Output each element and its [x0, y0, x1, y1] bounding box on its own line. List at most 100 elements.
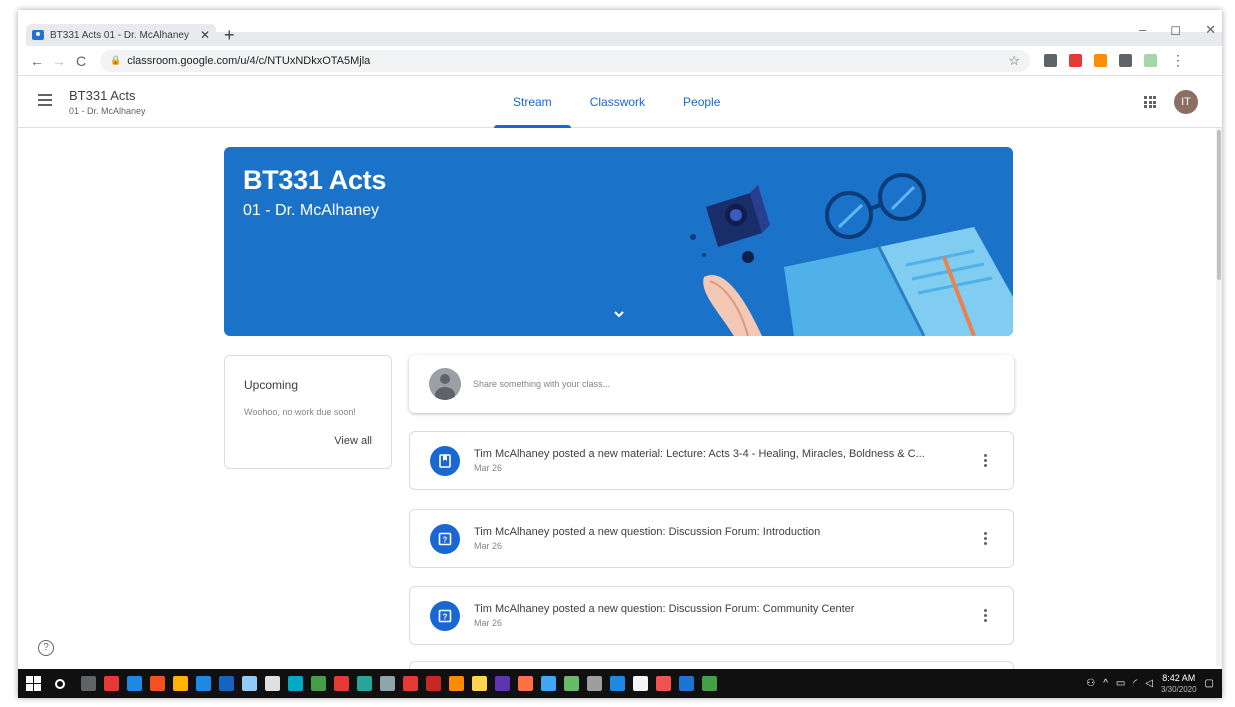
- taskbar-app-icon[interactable]: [403, 676, 418, 691]
- windows-start-icon[interactable]: [26, 676, 41, 691]
- taskbar-app-icon[interactable]: [265, 676, 280, 691]
- post-date: Mar 26: [474, 541, 503, 551]
- taskbar-app-icon[interactable]: [311, 676, 326, 691]
- post-title[interactable]: Tim McAlhaney posted a new material: Lec…: [474, 448, 964, 460]
- share-box[interactable]: Share something with your class...: [409, 355, 1014, 413]
- taskbar-app-icon[interactable]: [564, 676, 579, 691]
- address-bar[interactable]: 🔒 classroom.google.com/u/4/c/NTUxNDkxOTA…: [100, 49, 1030, 72]
- upcoming-card: Upcoming Woohoo, no work due soon! View …: [224, 355, 392, 469]
- taskbar-app-icon[interactable]: [679, 676, 694, 691]
- taskbar-app-icon[interactable]: [702, 676, 717, 691]
- post-date: Mar 26: [474, 463, 503, 473]
- url-text: classroom.google.com/u/4/c/NTUxNDkxOTA5M…: [127, 54, 371, 67]
- hamburger-menu-icon[interactable]: [38, 94, 52, 106]
- minimize-icon[interactable]: –: [1139, 22, 1146, 38]
- chevron-down-icon[interactable]: [612, 307, 626, 321]
- taskbar-app-icon[interactable]: [587, 676, 602, 691]
- taskbar-app-icon[interactable]: [495, 676, 510, 691]
- taskbar-app-icon[interactable]: [288, 676, 303, 691]
- stream-post[interactable]: ? Tim McAlhaney posted a new question: D…: [409, 586, 1014, 645]
- browser-extension-icon[interactable]: [1144, 54, 1157, 67]
- extensions-area: [1044, 54, 1157, 67]
- stream-post[interactable]: ? Tim McAlhaney posted a new question: D…: [409, 509, 1014, 568]
- tab-classwork[interactable]: Classwork: [571, 76, 664, 128]
- taskbar-app-icon[interactable]: [104, 676, 119, 691]
- window-controls: – ◻ ✕: [1139, 22, 1216, 38]
- taskbar-app-icon[interactable]: [242, 676, 257, 691]
- tab-title: BT331 Acts 01 - Dr. McAlhaney: [50, 29, 189, 41]
- taskbar-app-icon[interactable]: [196, 676, 211, 691]
- back-arrow-icon[interactable]: ←: [26, 53, 48, 69]
- more-options-icon[interactable]: [984, 454, 987, 469]
- view-all-link[interactable]: View all: [334, 435, 372, 447]
- taskbar-clock[interactable]: 8:42 AM 3/30/2020: [1161, 673, 1197, 695]
- taskbar-app-icon[interactable]: [426, 676, 441, 691]
- battery-icon[interactable]: ▭: [1116, 678, 1125, 689]
- classroom-favicon-icon: [32, 30, 44, 40]
- account-avatar[interactable]: IT: [1174, 90, 1198, 114]
- stream-post[interactable]: Tim McAlhaney posted a new material: Lec…: [409, 431, 1014, 490]
- browser-extension-icon[interactable]: [1119, 54, 1132, 67]
- google-apps-icon[interactable]: [1144, 96, 1156, 108]
- taskbar-app-icon[interactable]: [150, 676, 165, 691]
- tab-people[interactable]: People: [664, 76, 739, 128]
- maximize-icon[interactable]: ◻: [1170, 22, 1181, 38]
- upcoming-title: Upcoming: [244, 378, 299, 392]
- tray-overflow-icon[interactable]: ^: [1103, 678, 1108, 689]
- wifi-icon[interactable]: ◜: [1133, 678, 1137, 689]
- taskbar-app-icon[interactable]: [334, 676, 349, 691]
- question-icon: ?: [430, 601, 460, 631]
- taskbar-search-icon[interactable]: [55, 678, 65, 689]
- browser-menu-icon[interactable]: ⋮: [1167, 52, 1189, 69]
- scrollbar-thumb[interactable]: [1217, 130, 1221, 280]
- volume-icon[interactable]: ◁: [1145, 678, 1153, 689]
- taskbar-app-icon[interactable]: [357, 676, 372, 691]
- close-window-icon[interactable]: ✕: [1205, 22, 1216, 38]
- lock-icon: 🔒: [110, 55, 122, 65]
- taskbar-app-icon[interactable]: [449, 676, 464, 691]
- people-icon[interactable]: ⚇: [1086, 678, 1095, 689]
- tab-stream[interactable]: Stream: [494, 76, 571, 128]
- course-title[interactable]: BT331 Acts: [69, 88, 135, 103]
- post-title[interactable]: Tim McAlhaney posted a new question: Dis…: [474, 603, 964, 615]
- taskbar-app-icon[interactable]: [127, 676, 142, 691]
- system-tray: ⚇ ^ ▭ ◜ ◁ 8:42 AM 3/30/2020 ▢: [1086, 673, 1214, 695]
- more-options-icon[interactable]: [984, 609, 987, 624]
- reload-icon[interactable]: C: [70, 53, 92, 69]
- post-title[interactable]: Tim McAlhaney posted a new question: Dis…: [474, 526, 964, 538]
- tab-close-icon[interactable]: ✕: [200, 28, 210, 42]
- browser-extension-icon[interactable]: [1044, 54, 1057, 67]
- svg-text:?: ?: [443, 613, 448, 622]
- taskbar-app-icon[interactable]: [173, 676, 188, 691]
- taskbar-app-icon[interactable]: [656, 676, 671, 691]
- upcoming-message: Woohoo, no work due soon!: [244, 407, 356, 417]
- browser-extension-icon[interactable]: [1069, 54, 1082, 67]
- browser-tab[interactable]: BT331 Acts 01 - Dr. McAlhaney ✕: [26, 24, 216, 46]
- taskbar-app-icon[interactable]: [541, 676, 556, 691]
- stream-post-partial[interactable]: [409, 661, 1014, 669]
- taskbar-app-icon[interactable]: [380, 676, 395, 691]
- taskbar-app-icon[interactable]: [472, 676, 487, 691]
- help-icon[interactable]: ?: [38, 640, 54, 656]
- share-placeholder: Share something with your class...: [473, 379, 611, 389]
- browser-toolbar: ← → C 🔒 classroom.google.com/u/4/c/NTUxN…: [18, 46, 1222, 76]
- taskbar-app-icon[interactable]: [219, 676, 234, 691]
- classroom-header: BT331 Acts 01 - Dr. McAlhaney Stream Cla…: [18, 76, 1222, 128]
- new-tab-button[interactable]: +: [224, 24, 235, 46]
- bookmark-star-icon[interactable]: ☆: [1008, 53, 1020, 69]
- taskbar-app-icon[interactable]: [633, 676, 648, 691]
- taskbar-app-icon[interactable]: [610, 676, 625, 691]
- taskbar-apps: [81, 676, 725, 691]
- taskbar-app-icon[interactable]: [518, 676, 533, 691]
- clock-time: 8:42 AM: [1162, 672, 1196, 683]
- user-avatar-icon: [429, 368, 461, 400]
- notifications-icon[interactable]: ▢: [1205, 678, 1214, 689]
- banner-illustration-icon: [690, 173, 1013, 336]
- more-options-icon[interactable]: [984, 532, 987, 547]
- taskbar-app-icon[interactable]: [81, 676, 96, 691]
- material-icon: [430, 446, 460, 476]
- windows-taskbar: ⚇ ^ ▭ ◜ ◁ 8:42 AM 3/30/2020 ▢: [18, 669, 1222, 698]
- page-scrollbar[interactable]: [1216, 128, 1222, 666]
- browser-extension-icon[interactable]: [1094, 54, 1107, 67]
- forward-arrow-icon[interactable]: →: [48, 53, 70, 69]
